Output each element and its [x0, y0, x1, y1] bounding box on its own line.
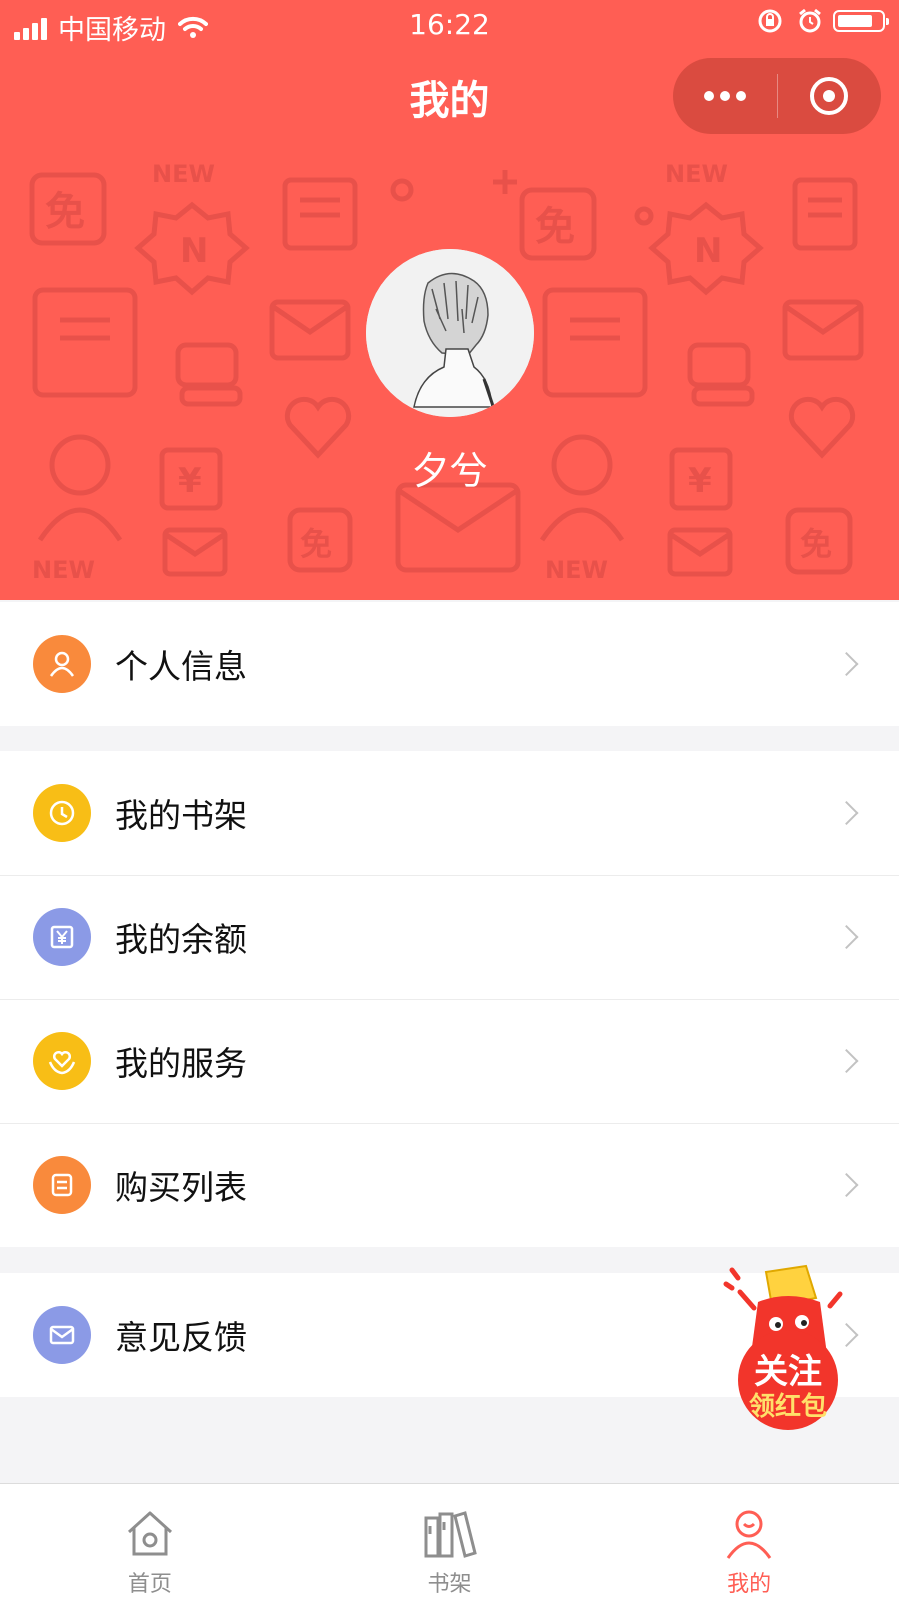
pattern-n-glyph: N: [694, 231, 722, 271]
pattern-free-glyph: 免: [800, 525, 832, 563]
clock-icon: [33, 784, 91, 842]
pattern-book-icon: [32, 287, 138, 398]
pattern-mail-icon: [269, 299, 351, 361]
tab-label: 首页: [127, 1572, 172, 1597]
person-icon: [726, 1510, 772, 1559]
rotation-lock-icon: [758, 9, 782, 33]
promo-line2: 领红包: [748, 1392, 827, 1422]
battery-icon: [833, 10, 889, 32]
menu-group-profile: 个人信息: [0, 602, 899, 726]
follow-red-packet-promo[interactable]: 关注 领红包: [718, 1262, 858, 1432]
pattern-note-icon: [282, 177, 358, 251]
menu-item-label: 我的服务: [115, 1044, 247, 1083]
pattern-mail-icon: [162, 527, 228, 577]
pattern-free-glyph: 免: [45, 189, 85, 235]
menu-item-bookshelf[interactable]: 我的书架: [0, 751, 899, 875]
pattern-mail-icon: [782, 299, 864, 361]
menu-item-balance[interactable]: 我的余额: [0, 875, 899, 999]
pattern-free-glyph: 免: [535, 204, 575, 250]
pattern-n-glyph: N: [180, 231, 208, 271]
bottom-tab-bar: 首页 书架 我的: [0, 1483, 899, 1601]
pattern-new-text: NEW: [665, 160, 728, 188]
person-icon: [33, 635, 91, 693]
pattern-dot: [634, 206, 654, 226]
pattern-note-icon: [792, 177, 858, 251]
more-dots-icon: [701, 91, 749, 101]
tab-mine[interactable]: 我的: [599, 1484, 899, 1601]
heart-hands-icon: [33, 1032, 91, 1090]
pattern-tag-icon: [687, 342, 755, 407]
more-button[interactable]: [673, 58, 777, 134]
pattern-new-text: NEW: [152, 160, 215, 188]
mini-program-capsule: [673, 58, 881, 134]
avatar[interactable]: [366, 249, 534, 417]
menu-item-label: 我的余额: [115, 920, 247, 959]
menu-item-service[interactable]: 我的服务: [0, 999, 899, 1123]
pattern-dot: [390, 178, 414, 202]
home-icon: [127, 1511, 172, 1556]
list-icon: [33, 1156, 91, 1214]
chevron-right-icon: [834, 924, 859, 950]
books-icon: [424, 1511, 477, 1558]
mail-icon: [33, 1306, 91, 1364]
chevron-right-icon: [834, 1172, 859, 1198]
tab-label: 书架: [427, 1572, 472, 1597]
yuan-icon: [33, 908, 91, 966]
menu-item-purchases[interactable]: 购买列表: [0, 1123, 899, 1247]
pattern-tag-icon: [175, 342, 243, 407]
anime-avatar-image: [366, 249, 534, 417]
chevron-right-icon: [834, 1048, 859, 1074]
profile-header: NEW NEW NEW NEW 免 免 免 免 N N ¥ ¥ 中国移动 16:…: [0, 0, 899, 600]
menu-group-main: 我的书架 我的余额 我的服务 购买列表: [0, 751, 899, 1247]
pattern-plus-icon: [493, 170, 517, 194]
target-circle-icon: [810, 77, 849, 115]
pattern-book-icon: [542, 287, 648, 398]
tab-bookshelf[interactable]: 书架: [300, 1484, 600, 1601]
menu-item-label: 我的书架: [115, 796, 247, 835]
pattern-new-text: NEW: [545, 556, 608, 584]
tab-home[interactable]: 首页: [0, 1484, 300, 1601]
menu-item-personal-info[interactable]: 个人信息: [0, 602, 899, 726]
pattern-mail-icon: [395, 482, 521, 573]
pattern-new-text: NEW: [32, 556, 95, 584]
username: 夕兮: [411, 449, 488, 493]
menu-item-label: 个人信息: [115, 647, 247, 686]
menu-item-label: 意见反馈: [115, 1318, 247, 1357]
alarm-icon: [799, 8, 821, 33]
pattern-mail-icon: [667, 527, 733, 577]
status-bar: 中国移动 16:22: [0, 0, 899, 50]
close-button[interactable]: [778, 58, 882, 134]
menu-item-label: 购买列表: [115, 1168, 247, 1207]
chevron-right-icon: [834, 800, 859, 826]
pattern-free-glyph: 免: [300, 525, 332, 563]
tab-label: 我的: [727, 1572, 772, 1597]
chevron-right-icon: [834, 651, 859, 677]
